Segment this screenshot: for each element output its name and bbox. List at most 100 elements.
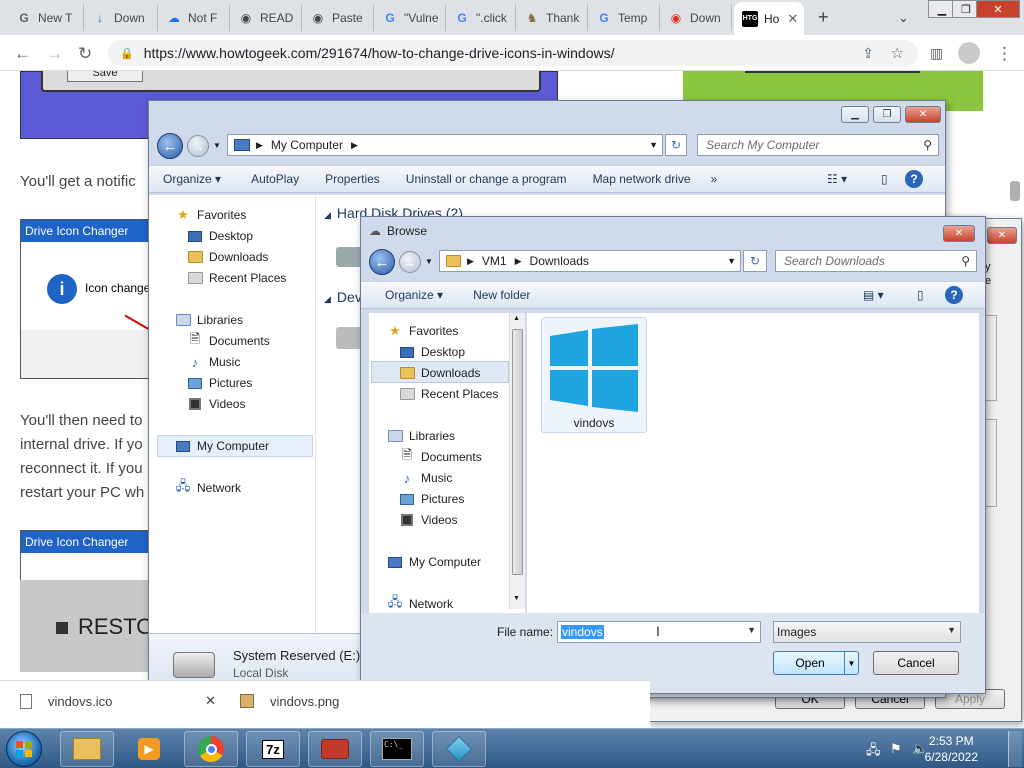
download-close-icon[interactable]: ✕ (205, 693, 216, 709)
nav-favorites[interactable]: ★ Favorites (175, 207, 246, 223)
autoplay-button[interactable]: AutoPlay (241, 172, 315, 186)
view-options-icon[interactable]: ☷ ▾ (817, 172, 857, 186)
nav-libraries[interactable]: Libraries (387, 428, 455, 444)
more-commands-button[interactable]: » (701, 172, 728, 186)
tab-3[interactable]: ☁ Not F (158, 4, 230, 31)
tab-10[interactable]: ◉ Down (660, 4, 732, 31)
menu-icon[interactable]: ⋮ (996, 44, 1013, 64)
address-dropdown-icon[interactable]: ▼ (649, 140, 658, 150)
view-options-icon[interactable]: ▤ ▾ (853, 288, 894, 302)
nav-network[interactable]: 🖧 Network (175, 478, 241, 496)
taskbar-chrome[interactable] (184, 731, 238, 767)
tab-9[interactable]: G Temp (588, 4, 660, 31)
properties-button[interactable]: Properties (315, 172, 396, 186)
tab-7[interactable]: G ".click (446, 4, 516, 31)
scroll-up-icon[interactable]: ▲ (513, 315, 520, 322)
drive-icon[interactable] (336, 247, 362, 267)
taskbar-cmd[interactable]: C:\_ (370, 731, 424, 767)
nav-desktop[interactable]: Desktop (399, 344, 465, 360)
scroll-down-icon[interactable]: ▼ (513, 595, 520, 602)
nav-documents[interactable]: 🗎 Documents (187, 331, 270, 349)
bookmark-star-icon[interactable]: ☆ (891, 44, 904, 62)
nav-pictures[interactable]: Pictures (187, 375, 252, 391)
share-icon[interactable]: ⇪ (862, 45, 874, 62)
tab-6[interactable]: G "Vulne (374, 4, 446, 31)
explorer-address-bar[interactable]: ▶ My Computer ▶ ▼ (227, 134, 663, 156)
refresh-icon[interactable]: ↻ (665, 134, 687, 156)
tab-8[interactable]: ♞ Thank (516, 4, 588, 31)
back-icon[interactable]: ← (14, 44, 31, 64)
recent-pages-icon[interactable]: ▼ (425, 257, 433, 266)
nav-my-computer[interactable]: My Computer (387, 554, 481, 570)
address-bar[interactable]: 🔒 https://www.howtogeek.com/291674/how-t… (108, 40, 918, 66)
organize-menu[interactable]: Organize ▾ (361, 288, 463, 302)
nav-scrollbar-thumb[interactable] (512, 329, 523, 575)
file-name-input[interactable]: vindovs I ▼ (557, 621, 761, 643)
tray-clock[interactable]: 2:53 PM 6/28/2022 (925, 733, 978, 765)
new-tab-button[interactable]: + (818, 7, 829, 28)
nav-recent-places[interactable]: Recent Places (399, 386, 498, 402)
nav-videos[interactable]: Videos (399, 512, 457, 528)
file-type-select[interactable]: Images ▼ (773, 621, 961, 643)
browse-close-button[interactable]: ✕ (943, 225, 975, 242)
browse-back-button[interactable]: ← (369, 249, 395, 275)
start-button[interactable] (6, 731, 42, 767)
nav-recent-places[interactable]: Recent Places (187, 270, 286, 286)
taskbar-toolbox[interactable] (308, 731, 362, 767)
tab-1[interactable]: G New T (8, 4, 84, 31)
explorer-forward-button[interactable]: → (187, 135, 209, 157)
taskbar-app[interactable] (432, 731, 486, 767)
tab-search-icon[interactable]: ⌄ (898, 10, 909, 26)
dropdown-arrow-icon[interactable]: ▼ (947, 625, 956, 635)
nav-documents[interactable]: 🗎 Documents (399, 447, 482, 465)
browse-forward-button[interactable]: → (399, 251, 421, 273)
cancel-button[interactable]: Cancel (873, 651, 959, 675)
nav-my-computer[interactable]: My Computer (175, 438, 269, 454)
forward-icon[interactable]: → (46, 44, 63, 64)
reload-icon[interactable]: ↻ (78, 44, 92, 64)
nav-desktop[interactable]: Desktop (187, 228, 253, 244)
close-window-button[interactable]: ✕ (976, 0, 1020, 18)
recent-pages-icon[interactable]: ▼ (213, 141, 221, 150)
nav-videos[interactable]: Videos (187, 396, 245, 412)
nav-music[interactable]: ♪ Music (187, 354, 241, 370)
help-icon[interactable]: ? (905, 170, 923, 188)
tab-2[interactable]: ↓ Down (84, 4, 158, 31)
new-folder-button[interactable]: New folder (463, 288, 540, 302)
tab-4[interactable]: ◉ READ (230, 4, 302, 31)
group-devices[interactable]: ◢ Dev (324, 289, 362, 305)
explorer-close-button[interactable]: ✕ (905, 106, 941, 123)
explorer-minimize-button[interactable]: ▁ (841, 106, 869, 123)
uninstall-program-button[interactable]: Uninstall or change a program (396, 172, 583, 186)
open-dropdown-icon[interactable]: ▼ (844, 652, 858, 674)
nav-libraries[interactable]: Libraries (175, 312, 243, 328)
open-button[interactable]: Open ▼ (773, 651, 859, 675)
dropdown-arrow-icon[interactable]: ▼ (747, 625, 756, 635)
breadcrumb-downloads[interactable]: Downloads (530, 254, 589, 268)
preview-pane-icon[interactable]: ▯ (907, 288, 934, 302)
preview-pane-icon[interactable]: ▯ (871, 172, 898, 186)
side-panel-icon[interactable]: ▥ (930, 45, 943, 62)
download-item[interactable]: vindovs.png (240, 681, 450, 721)
explorer-search-input[interactable]: Search My Computer ⚲ (697, 134, 939, 156)
map-network-drive-button[interactable]: Map network drive (583, 172, 701, 186)
taskbar-explorer[interactable] (60, 731, 114, 767)
explorer-back-button[interactable]: ← (157, 133, 183, 159)
nav-music[interactable]: ♪ Music (399, 470, 453, 486)
nav-network[interactable]: 🖧 Network (387, 594, 453, 612)
nav-favorites[interactable]: ★ Favorites (387, 323, 458, 339)
nav-pictures[interactable]: Pictures (399, 491, 464, 507)
explorer-maximize-button[interactable]: ❐ (873, 106, 901, 123)
tab-active[interactable]: HTG Ho ✕ (734, 2, 804, 35)
properties-close-button[interactable]: ✕ (987, 227, 1017, 244)
browse-search-input[interactable]: Search Downloads ⚲ (775, 250, 977, 272)
page-scrollbar-thumb[interactable] (1010, 181, 1020, 201)
download-item[interactable]: vindovs.ico ✕ (20, 681, 230, 721)
network-tray-icon[interactable]: 🖧 (866, 741, 881, 763)
flag-tray-icon[interactable]: ⚑ (890, 741, 902, 757)
refresh-icon[interactable]: ↻ (743, 250, 767, 272)
nav-downloads[interactable]: Downloads (399, 365, 480, 381)
browse-address-bar[interactable]: ▶ VM1 ▶ Downloads ▼ (439, 250, 741, 272)
file-item-vindovs[interactable]: vindovs (541, 317, 647, 433)
taskbar-7zip[interactable]: 7z (246, 731, 300, 767)
